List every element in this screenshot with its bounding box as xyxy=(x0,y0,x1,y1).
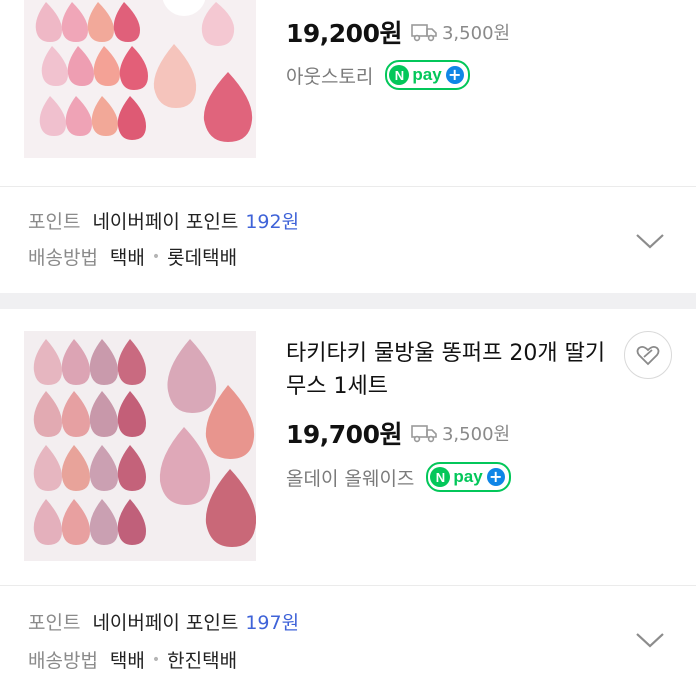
plus-icon: + xyxy=(445,66,464,84)
points-value: 192원 xyxy=(245,211,300,233)
points-line: 포인트 네이버페이 포인트 197원 xyxy=(28,608,299,635)
plus-icon: + xyxy=(486,468,505,486)
delivery-line: 배송방법 택배 • 롯데택배 xyxy=(28,243,237,270)
product-info-2[interactable]: 포인트 네이버페이 포인트 197원 배송방법 택배 • 한진택배 xyxy=(0,586,696,696)
points-source: 네이버페이 포인트 xyxy=(92,612,239,634)
product-title[interactable]: 타키타키 물방울 똥퍼프 20개 딸기무스 1세트 xyxy=(286,337,606,403)
delivery-label: 배송방법 xyxy=(28,247,98,269)
price-row-2: 19,700원 3,500원 xyxy=(286,415,510,451)
npay-n-icon: N xyxy=(389,65,410,85)
courier: 한진택배 xyxy=(167,650,238,672)
wishlist-button[interactable] xyxy=(624,331,672,379)
separator-dot: • xyxy=(151,248,161,265)
truck-icon xyxy=(411,425,437,443)
product-image-1[interactable] xyxy=(24,0,256,158)
delivery-label: 배송방법 xyxy=(28,650,98,672)
npay-badge: N pay + xyxy=(385,60,470,90)
chevron-down-icon[interactable] xyxy=(634,231,666,251)
separator-dot: • xyxy=(151,651,161,668)
price: 19,200원 xyxy=(286,19,402,48)
npay-label: pay xyxy=(412,65,442,84)
product-card-1[interactable]: 19,200원 3,500원 아웃스토리 N pay + xyxy=(0,0,696,186)
points-label: 포인트 xyxy=(28,612,81,634)
truck-icon xyxy=(411,24,437,42)
price: 19,700원 xyxy=(286,420,402,449)
store-name[interactable]: 아웃스토리 xyxy=(286,62,373,89)
delivery-type: 택배 xyxy=(109,247,145,269)
npay-n-icon: N xyxy=(430,467,451,487)
store-row-1: 아웃스토리 N pay + xyxy=(286,60,470,90)
delivery-type: 택배 xyxy=(109,650,145,672)
price-row-1: 19,200원 3,500원 xyxy=(286,14,510,50)
sponge-photo-2 xyxy=(24,331,256,561)
npay-label: pay xyxy=(453,467,483,486)
npay-badge: N pay + xyxy=(426,462,511,492)
product-image-2[interactable] xyxy=(24,331,256,561)
product-info-1[interactable]: 포인트 네이버페이 포인트 192원 배송방법 택배 • 롯데택배 xyxy=(0,187,696,299)
product-card-2[interactable]: 타키타키 물방울 똥퍼프 20개 딸기무스 1세트 19,700원 3,500원… xyxy=(0,309,696,585)
section-gap xyxy=(0,293,696,309)
heart-tag-icon xyxy=(636,345,660,366)
points-value: 197원 xyxy=(245,612,300,634)
points-source: 네이버페이 포인트 xyxy=(92,211,239,233)
points-label: 포인트 xyxy=(28,211,81,233)
store-row-2: 올데이 올웨이즈 N pay + xyxy=(286,462,511,492)
shipping-fee: 3,500원 xyxy=(441,424,511,445)
shipping-fee: 3,500원 xyxy=(441,23,511,44)
sponge-photo-1 xyxy=(24,0,256,158)
store-name[interactable]: 올데이 올웨이즈 xyxy=(286,464,414,491)
chevron-down-icon[interactable] xyxy=(634,630,666,650)
points-line: 포인트 네이버페이 포인트 192원 xyxy=(28,207,299,234)
courier: 롯데택배 xyxy=(167,247,238,269)
delivery-line: 배송방법 택배 • 한진택배 xyxy=(28,646,237,673)
